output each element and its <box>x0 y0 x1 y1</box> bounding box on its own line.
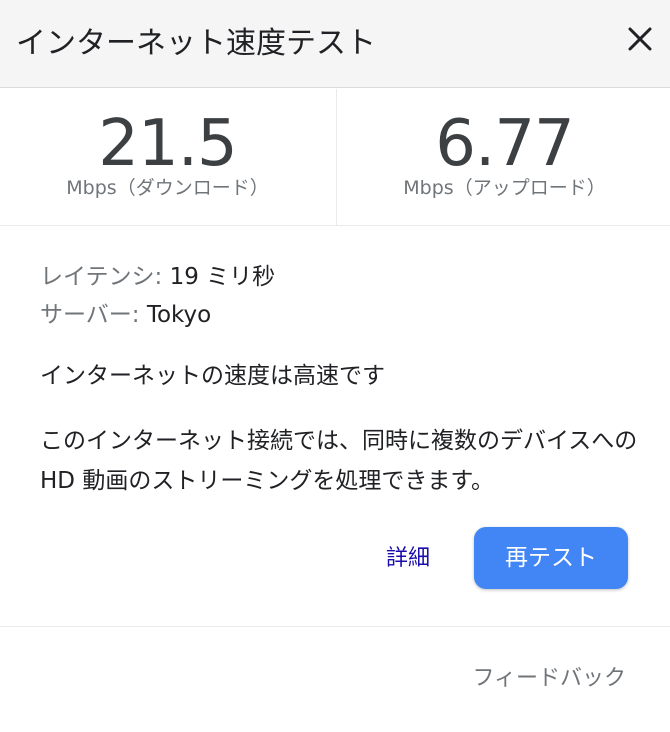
latency-value: 19 ミリ秒 <box>169 264 276 290</box>
latency-row: レイテンシ: 19 ミリ秒 <box>40 258 650 296</box>
details-link[interactable]: 詳細 <box>370 537 446 581</box>
speed-description: このインターネット接続では、同時に複数のデバイスへの HD 動画のストリーミング… <box>40 428 638 494</box>
upload-speed-value: 6.77 <box>435 107 575 181</box>
server-row: サーバー: Tokyo <box>40 296 650 334</box>
latency-label: レイテンシ: <box>40 264 163 290</box>
download-speed-unit: Mbps（ダウンロード） <box>66 177 269 199</box>
upload-result: 6.77 Mbps（アップロード） <box>337 89 670 225</box>
upload-speed-unit: Mbps（アップロード） <box>403 177 606 199</box>
dialog-header: インターネット速度テスト <box>0 0 670 88</box>
speed-status-text: インターネットの速度は高速です <box>40 363 385 389</box>
dialog-title: インターネット速度テスト <box>16 26 376 61</box>
download-result: 21.5 Mbps（ダウンロード） <box>0 89 335 225</box>
server-value: Tokyo <box>146 302 212 328</box>
server-label: サーバー: <box>40 302 140 328</box>
download-speed-value: 21.5 <box>98 107 238 181</box>
speed-results: 21.5 Mbps（ダウンロード） 6.77 Mbps（アップロード） <box>0 89 670 226</box>
close-icon[interactable] <box>622 21 658 57</box>
footer-divider <box>0 626 670 627</box>
feedback-link[interactable]: フィードバック <box>472 660 626 698</box>
retest-button[interactable]: 再テスト <box>474 527 628 589</box>
